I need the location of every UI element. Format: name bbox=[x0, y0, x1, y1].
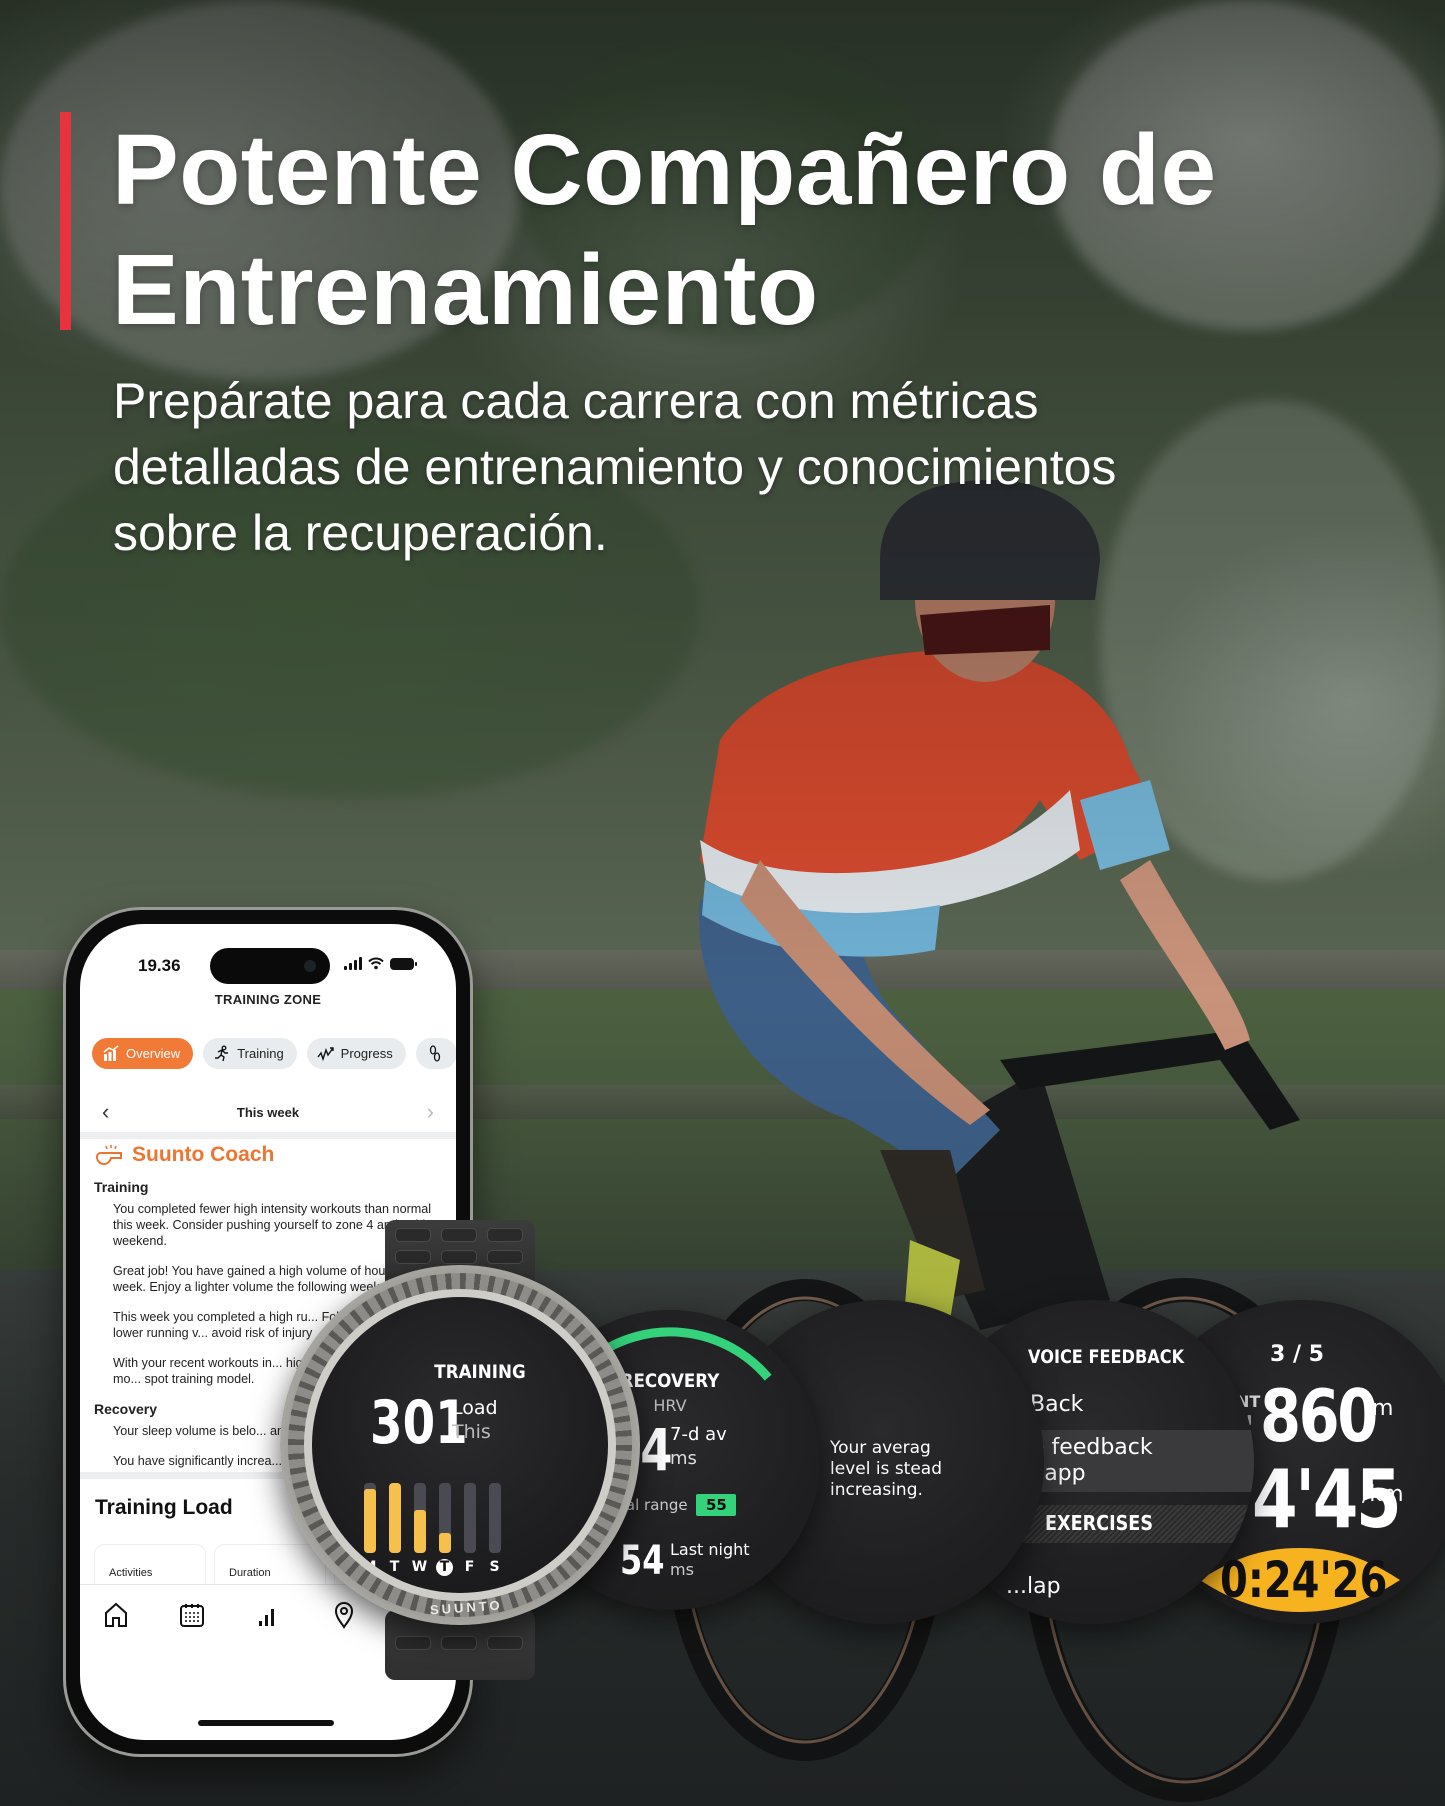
coach-line-1: Your averag bbox=[830, 1438, 931, 1458]
strap-nub bbox=[395, 1636, 431, 1650]
hrv-avg-label: 7-d av bbox=[670, 1424, 727, 1445]
coach-line-3: increasing. bbox=[830, 1480, 923, 1500]
subtitle-line-3: sobre la recuperación. bbox=[113, 505, 608, 561]
hrv-avg-unit: ms bbox=[670, 1448, 697, 1469]
subtitle-line-1: Prepárate para cada carrera con métricas bbox=[113, 373, 1039, 429]
tab-label: Progress bbox=[340, 1046, 393, 1061]
home-icon bbox=[105, 1602, 127, 1627]
runner-icon bbox=[215, 1045, 229, 1061]
voice-title: VOICE FEEDBACK bbox=[1028, 1346, 1185, 1368]
load-bar-fill bbox=[414, 1509, 426, 1553]
strap-nub bbox=[395, 1228, 431, 1242]
training-load-label: Load bbox=[452, 1397, 498, 1419]
coach-line-2: level is stead bbox=[830, 1459, 943, 1479]
app-title: TRAINING ZONE bbox=[214, 992, 322, 1007]
hrv-last-label: Last night bbox=[670, 1540, 750, 1559]
weekday-label: F bbox=[464, 1559, 475, 1575]
load-bar bbox=[414, 1483, 426, 1553]
battery-icon bbox=[390, 958, 417, 970]
weekday-label: T bbox=[389, 1559, 400, 1575]
tab-progress[interactable]: Progress bbox=[306, 1038, 406, 1069]
load-bar bbox=[489, 1483, 501, 1553]
chevron-right-icon[interactable]: › bbox=[427, 1101, 434, 1123]
nav-home[interactable] bbox=[102, 1601, 178, 1629]
tab-label: Training bbox=[237, 1046, 284, 1061]
strap-nub bbox=[487, 1228, 523, 1242]
load-bar bbox=[389, 1483, 401, 1553]
trend-icon bbox=[317, 1046, 334, 1061]
watch-face: TRAINING 301 Load This MTWTFS bbox=[312, 1297, 608, 1593]
watch-training-device: TRAINING 301 Load This MTWTFS SUUNTO bbox=[270, 1220, 650, 1680]
strap-nub bbox=[441, 1228, 477, 1242]
tab-more[interactable] bbox=[415, 1038, 456, 1069]
load-bar bbox=[439, 1483, 451, 1553]
tab-label: Overview bbox=[126, 1046, 181, 1061]
tab-bar-top: Overview Training Progress bbox=[92, 1038, 456, 1069]
page-headline: Potente Compañero de Entrenamiento bbox=[112, 110, 1217, 350]
headline-line-2: Entrenamiento bbox=[112, 234, 819, 346]
load-bar bbox=[464, 1483, 476, 1553]
load-bar bbox=[364, 1483, 376, 1553]
chart-icon bbox=[103, 1044, 119, 1061]
weekday-label: M bbox=[362, 1559, 377, 1575]
strap-nub bbox=[395, 1250, 431, 1264]
chevron-left-icon[interactable]: ‹ bbox=[102, 1101, 109, 1123]
distance-unit: m bbox=[1372, 1396, 1394, 1421]
normal-range-badge: 55 bbox=[696, 1494, 736, 1516]
training-load-period: This bbox=[452, 1421, 491, 1443]
footprints-icon bbox=[429, 1044, 440, 1062]
training-load-title: Training Load bbox=[95, 1496, 233, 1519]
interval-distance: 860 bbox=[1260, 1374, 1378, 1458]
hrv-last-unit: ms bbox=[670, 1560, 694, 1579]
weekday-label: W bbox=[411, 1559, 428, 1575]
headline-line-1: Potente Compañero de bbox=[112, 114, 1217, 226]
period-label: This week bbox=[236, 1104, 300, 1120]
next-menu-item[interactable]: ...lap bbox=[1006, 1574, 1061, 1599]
load-bar-fill bbox=[364, 1488, 376, 1553]
weekly-load-bars bbox=[364, 1483, 501, 1553]
training-title: TRAINING bbox=[434, 1361, 526, 1383]
nav-calendar[interactable] bbox=[178, 1601, 254, 1629]
strap-nub bbox=[487, 1250, 523, 1264]
accent-bar bbox=[60, 112, 71, 330]
load-bar-fill bbox=[439, 1533, 451, 1553]
wifi-icon bbox=[368, 957, 384, 970]
divider bbox=[80, 1132, 456, 1139]
period-selector: ‹ This week › bbox=[80, 1092, 456, 1132]
strap-nub bbox=[441, 1636, 477, 1650]
whistle-icon bbox=[95, 1145, 122, 1166]
section-title: EXERCISES bbox=[1045, 1511, 1154, 1535]
coach-message: Your averag level is stead increasing. bbox=[830, 1438, 942, 1501]
status-icons bbox=[344, 957, 417, 970]
strap-nub bbox=[487, 1636, 523, 1650]
training-heading: Training bbox=[94, 1179, 149, 1195]
coach-title: Suunto Coach bbox=[132, 1143, 275, 1166]
subtitle-line-2: detalladas de entrenamiento y conocimien… bbox=[113, 439, 1117, 495]
tab-training[interactable]: Training bbox=[203, 1038, 297, 1069]
weekday-labels: MTWTFS bbox=[361, 1559, 503, 1576]
coach-header: Suunto Coach bbox=[94, 1143, 274, 1167]
dynamic-island bbox=[210, 948, 330, 984]
load-bar-fill bbox=[389, 1483, 401, 1553]
home-indicator bbox=[198, 1720, 334, 1726]
weekday-label: T bbox=[436, 1559, 453, 1576]
elapsed-time: 0:24'26 bbox=[1220, 1551, 1388, 1609]
page-subtitle: Prepárate para cada carrera con métricas… bbox=[113, 368, 1313, 566]
calendar-icon bbox=[180, 1603, 204, 1627]
back-menu-item[interactable]: Back bbox=[1030, 1392, 1083, 1417]
weekday-label: S bbox=[489, 1559, 500, 1575]
status-time: 19.36 bbox=[138, 956, 181, 975]
signal-icon bbox=[344, 957, 362, 970]
pace-unit: /km bbox=[1362, 1482, 1404, 1507]
strap-nub bbox=[441, 1250, 477, 1264]
tab-overview[interactable]: Overview bbox=[92, 1038, 194, 1069]
